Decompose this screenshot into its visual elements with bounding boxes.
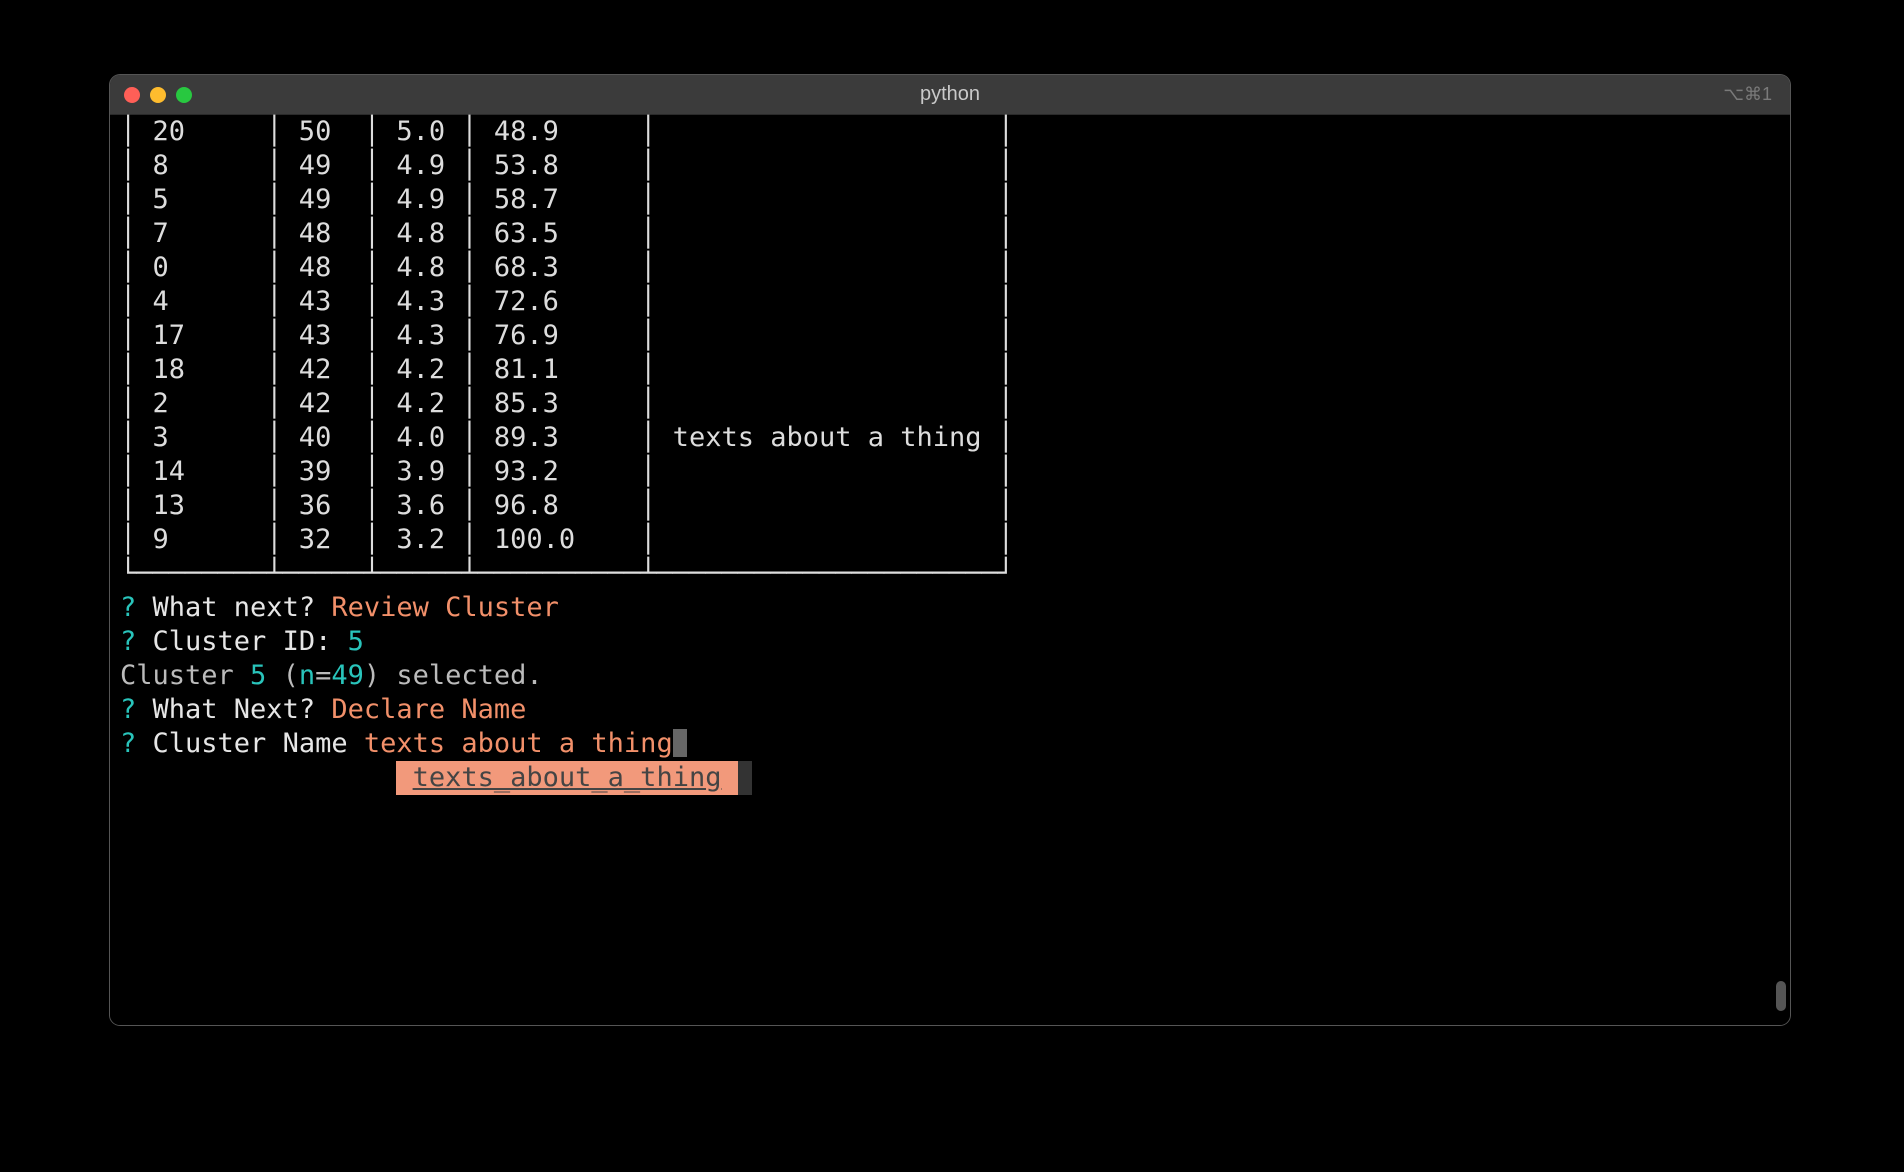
maximize-icon[interactable]: [176, 87, 192, 103]
tab-hint: ⌥⌘1: [1723, 84, 1772, 105]
prompt-marker: ?: [120, 728, 136, 759]
terminal-window: python ⌥⌘1 │ 20 │ 50 │ 5.0 │ 48.9 │ │ │ …: [110, 75, 1790, 1025]
prompt-marker: ?: [120, 626, 136, 657]
titlebar[interactable]: python ⌥⌘1: [110, 75, 1790, 115]
prompt-marker: ?: [120, 592, 136, 623]
traffic-lights: [124, 87, 192, 103]
prompt-cluster-name: Cluster Name: [136, 728, 364, 759]
window-title: python: [110, 83, 1790, 106]
close-icon[interactable]: [124, 87, 140, 103]
minimize-icon[interactable]: [150, 87, 166, 103]
cluster-id-value: 5: [348, 626, 364, 657]
answer-declare-name: Declare Name: [331, 694, 526, 725]
terminal-body[interactable]: │ 20 │ 50 │ 5.0 │ 48.9 │ │ │ 8 │ 49 │ 4.…: [110, 115, 1790, 1025]
autocomplete-suggestion[interactable]: texts_about_a_thing: [396, 761, 737, 795]
prompt-what-next: What next?: [136, 592, 331, 623]
cursor-icon: [673, 729, 687, 757]
selected-text: Cluster: [120, 660, 250, 691]
answer-review-cluster: Review Cluster: [331, 592, 559, 623]
scrollbar-thumb[interactable]: [1776, 981, 1786, 1011]
cluster-name-input[interactable]: texts about a thing: [364, 728, 673, 759]
table-output: │ 20 │ 50 │ 5.0 │ 48.9 │ │ │ 8 │ 49 │ 4.…: [120, 116, 1014, 589]
prompt-cluster-id: Cluster ID:: [136, 626, 347, 657]
prompt-what-next-2: What Next?: [136, 694, 331, 725]
prompt-marker: ?: [120, 694, 136, 725]
